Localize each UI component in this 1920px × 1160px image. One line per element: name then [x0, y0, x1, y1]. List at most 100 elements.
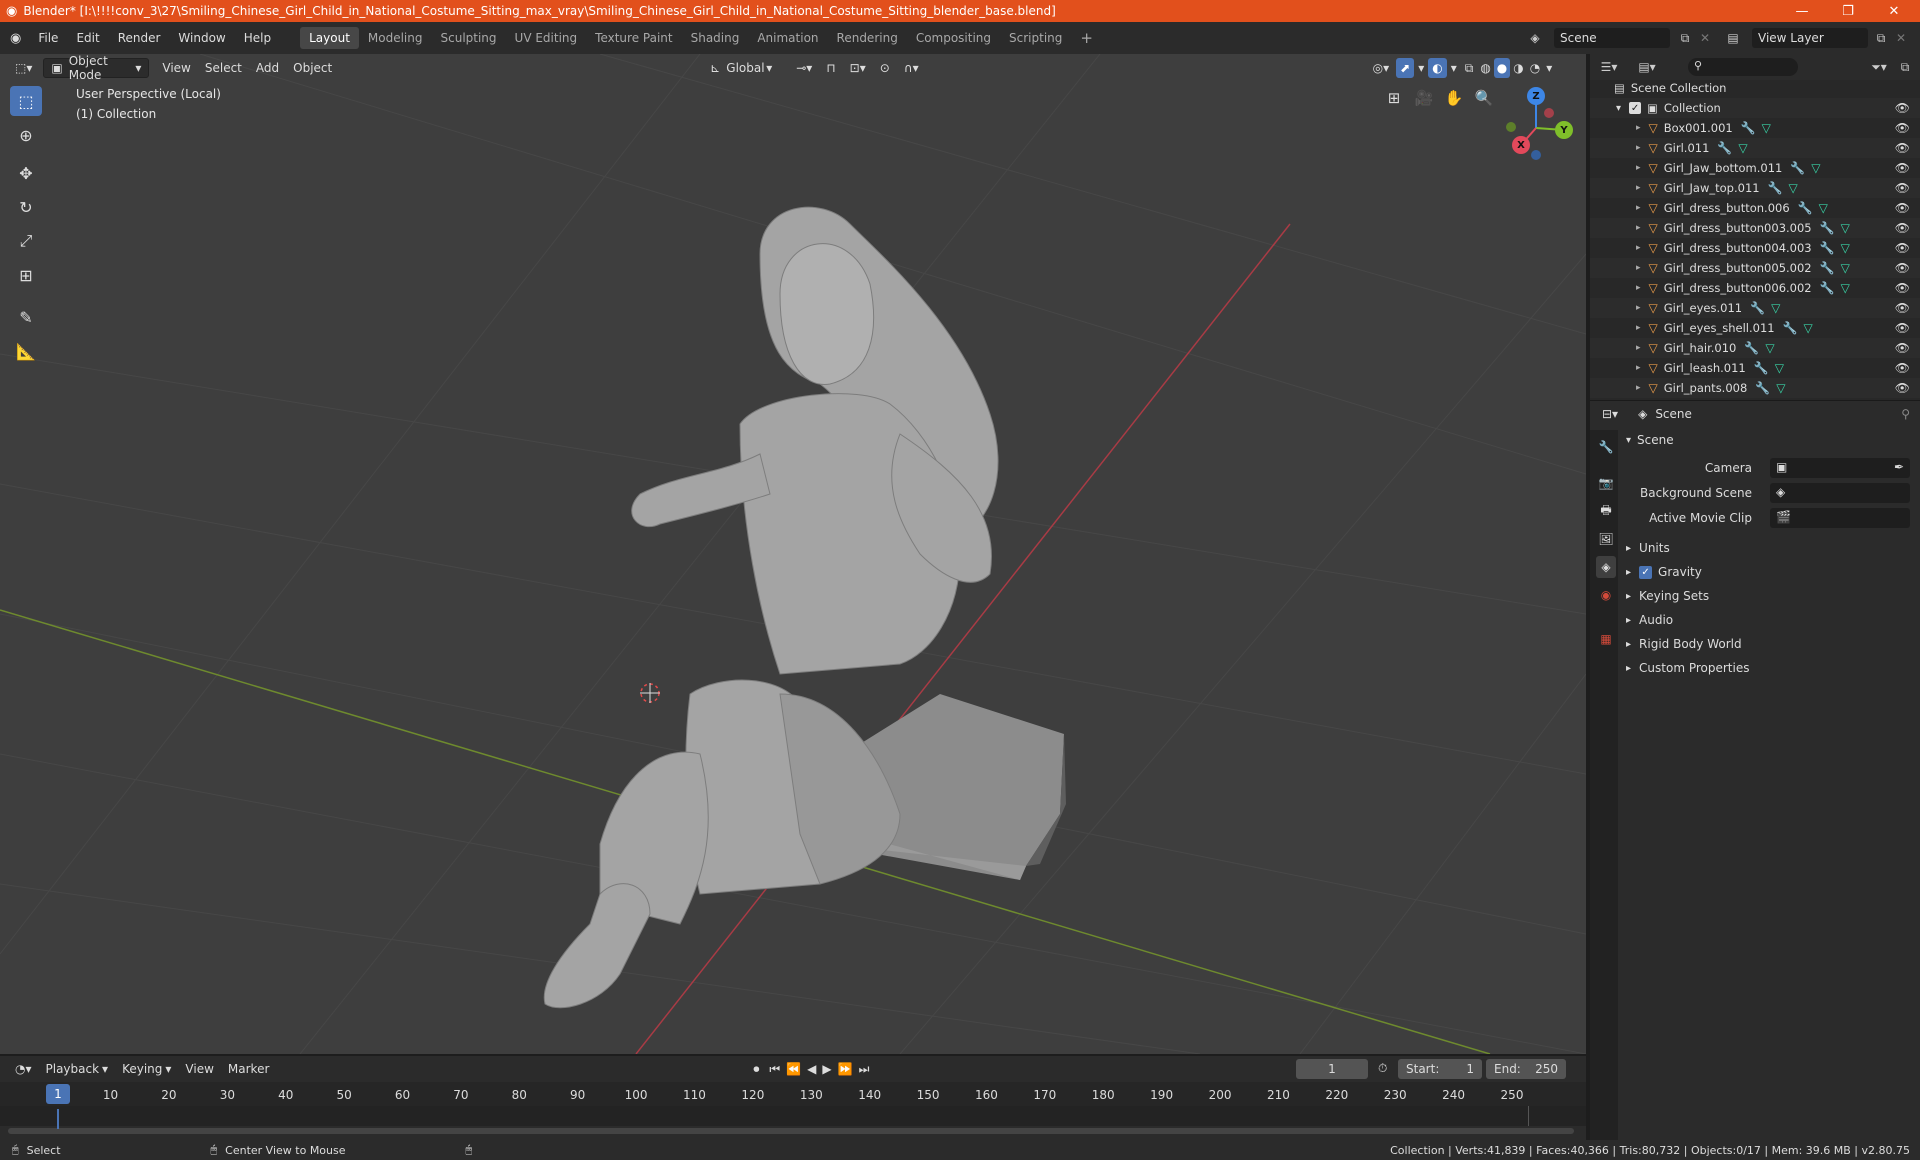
modifier-wrench-icon[interactable]: 🔧: [1783, 321, 1798, 335]
eye-icon[interactable]: 👁: [1895, 101, 1910, 115]
3d-viewport[interactable]: [0, 54, 1586, 1054]
outliner-object-row[interactable]: ▸ ▽ Girl_Jaw_bottom.011 🔧 ▽ 👁: [1590, 158, 1920, 178]
output-tab-icon[interactable]: 🖶: [1596, 500, 1616, 522]
modifier-wrench-icon[interactable]: 🔧: [1744, 341, 1759, 355]
eye-icon[interactable]: 👁: [1895, 221, 1910, 235]
expand-arrow-icon[interactable]: ▸: [1636, 383, 1641, 393]
rendered-shading-icon[interactable]: ◔: [1527, 58, 1543, 78]
toggle-grid-view-icon[interactable]: ⊞: [1380, 84, 1408, 112]
rotate-tool-icon[interactable]: ↻: [10, 192, 42, 222]
play-reverse-icon[interactable]: ◀: [804, 1059, 819, 1079]
eye-icon[interactable]: 👁: [1895, 241, 1910, 255]
mesh-data-icon[interactable]: ▽: [1765, 341, 1774, 355]
snap-target-icon[interactable]: ⊡▾: [843, 58, 873, 78]
playback-menu[interactable]: Playback ▾: [39, 1059, 116, 1079]
modifier-wrench-icon[interactable]: 🔧: [1820, 241, 1835, 255]
scene-panel-header[interactable]: ▾ Scene: [1620, 428, 1920, 452]
tab-shading[interactable]: Shading: [682, 27, 749, 49]
eye-icon[interactable]: 👁: [1895, 341, 1910, 355]
gravity-checkbox[interactable]: ✓: [1639, 565, 1653, 579]
modifier-wrench-icon[interactable]: 🔧: [1754, 361, 1769, 375]
pivot-point-icon[interactable]: ⊸▾: [789, 58, 819, 78]
scale-tool-icon[interactable]: ⤢: [10, 226, 42, 256]
mesh-data-icon[interactable]: ▽: [1811, 161, 1820, 175]
modifier-wrench-icon[interactable]: 🔧: [1820, 281, 1835, 295]
restore-button[interactable]: ❐: [1826, 0, 1870, 22]
gizmo-y-axis[interactable]: Y: [1555, 121, 1573, 139]
expand-arrow-icon[interactable]: ▸: [1636, 323, 1641, 333]
display-mode-icon[interactable]: ▤▾: [1636, 57, 1658, 77]
transform-orientation-dropdown[interactable]: ⊾ Global ▾: [703, 58, 779, 78]
end-frame-field[interactable]: End: 250: [1486, 1059, 1566, 1079]
mesh-data-icon[interactable]: ▽: [1775, 361, 1784, 375]
mesh-data-icon[interactable]: ▽: [1841, 241, 1850, 255]
camera-view-icon[interactable]: 🎥: [1410, 84, 1438, 112]
units-panel[interactable]: ▸ Units: [1620, 536, 1920, 560]
mesh-data-icon[interactable]: ▽: [1841, 261, 1850, 275]
outliner-object-row[interactable]: ▸ ▽ Girl.011 🔧 ▽ 👁: [1590, 138, 1920, 158]
eye-icon[interactable]: 👁: [1895, 321, 1910, 335]
start-frame-field[interactable]: Start: 1: [1398, 1059, 1482, 1079]
mesh-data-icon[interactable]: ▽: [1771, 301, 1780, 315]
rigid-body-world-panel[interactable]: ▸ Rigid Body World: [1620, 632, 1920, 656]
move-tool-icon[interactable]: ✥: [10, 158, 42, 188]
expand-arrow-icon[interactable]: ▾: [1616, 103, 1621, 114]
gizmo-z-axis[interactable]: Z: [1527, 87, 1545, 105]
eye-icon[interactable]: 👁: [1895, 121, 1910, 135]
next-keyframe-icon[interactable]: ⏩: [835, 1059, 856, 1079]
tree-item-collection[interactable]: ▾ ✓ ▣ Collection 👁: [1590, 98, 1920, 118]
transform-tool-icon[interactable]: ⊞: [10, 260, 42, 290]
keying-sets-panel[interactable]: ▸ Keying Sets: [1620, 584, 1920, 608]
object-mode-dropdown[interactable]: ▣ Object Mode ▾: [43, 54, 150, 82]
expand-arrow-icon[interactable]: ▸: [1636, 183, 1641, 193]
new-scene-icon[interactable]: ⧉: [1674, 28, 1696, 48]
material-shading-icon[interactable]: ◑: [1510, 58, 1526, 78]
delete-scene-icon[interactable]: ✕: [1694, 28, 1716, 48]
tab-layout[interactable]: Layout: [300, 27, 359, 49]
expand-arrow-icon[interactable]: ▸: [1636, 363, 1641, 373]
modifier-wrench-icon[interactable]: 🔧: [1798, 201, 1813, 215]
outliner-object-row[interactable]: ▸ ▽ Girl_dress_button004.003 🔧 ▽ 👁: [1590, 238, 1920, 258]
tab-uv-editing[interactable]: UV Editing: [506, 27, 587, 49]
outliner-object-row[interactable]: ▸ ▽ Girl_Jaw_top.011 🔧 ▽ 👁: [1590, 178, 1920, 198]
pan-view-hand-icon[interactable]: ✋: [1440, 84, 1468, 112]
tab-texture-paint[interactable]: Texture Paint: [586, 27, 681, 49]
eye-icon[interactable]: 👁: [1895, 201, 1910, 215]
keyframe-area[interactable]: [0, 1106, 1586, 1126]
expand-arrow-icon[interactable]: ▸: [1636, 243, 1641, 253]
editor-type-icon[interactable]: ⬚▾: [8, 58, 39, 78]
marker-menu[interactable]: Marker: [221, 1059, 276, 1079]
cursor-tool-icon[interactable]: ⊕: [10, 120, 42, 150]
falloff-icon[interactable]: ∩▾: [897, 58, 926, 78]
view-layer-tab-icon[interactable]: 🖼: [1596, 528, 1616, 550]
outliner-editor-type-icon[interactable]: ☰▾: [1598, 57, 1620, 77]
jump-start-icon[interactable]: ⏮: [766, 1059, 783, 1079]
menu-edit[interactable]: Edit: [67, 26, 108, 50]
outliner-object-row[interactable]: ▸ ▽ Girl_leash.011 🔧 ▽ 👁: [1590, 358, 1920, 378]
camera-field[interactable]: ▣ ✒: [1770, 458, 1910, 478]
active-movie-clip-field[interactable]: 🎬: [1770, 508, 1910, 528]
record-icon[interactable]: ⏺: [746, 1059, 766, 1079]
menu-window[interactable]: Window: [169, 26, 234, 50]
outliner-object-row[interactable]: ▸ ▽ Girl_hair.010 🔧 ▽ 👁: [1590, 338, 1920, 358]
timeline-view-menu[interactable]: View: [178, 1059, 220, 1079]
custom-properties-panel[interactable]: ▸ Custom Properties: [1620, 656, 1920, 680]
mesh-data-icon[interactable]: ▽: [1776, 381, 1785, 395]
eye-icon[interactable]: 👁: [1895, 141, 1910, 155]
mesh-data-icon[interactable]: ▽: [1841, 221, 1850, 235]
properties-editor-type-icon[interactable]: ⊟▾: [1602, 407, 1618, 421]
jump-end-icon[interactable]: ⏭: [856, 1059, 873, 1079]
measure-tool-icon[interactable]: 📐: [10, 336, 42, 366]
modifier-wrench-icon[interactable]: 🔧: [1790, 161, 1805, 175]
scene-tab-icon[interactable]: ◈: [1596, 556, 1616, 578]
playhead-frame[interactable]: 1: [46, 1084, 70, 1104]
modifier-wrench-icon[interactable]: 🔧: [1820, 221, 1835, 235]
modifier-wrench-icon[interactable]: 🔧: [1717, 141, 1732, 155]
overlays-dropdown-icon[interactable]: ▾: [1447, 58, 1461, 78]
gizmo-toggle-icon[interactable]: ⬈: [1396, 58, 1415, 78]
stopwatch-icon[interactable]: ⏱: [1378, 1061, 1387, 1076]
outliner-object-row[interactable]: ▸ ▽ Girl_dress_button005.002 🔧 ▽ 👁: [1590, 258, 1920, 278]
expand-arrow-icon[interactable]: ▸: [1636, 303, 1641, 313]
select-box-tool-icon[interactable]: ⬚: [10, 86, 42, 116]
outliner-object-row[interactable]: ▸ ▽ Girl_dress_button003.005 🔧 ▽ 👁: [1590, 218, 1920, 238]
